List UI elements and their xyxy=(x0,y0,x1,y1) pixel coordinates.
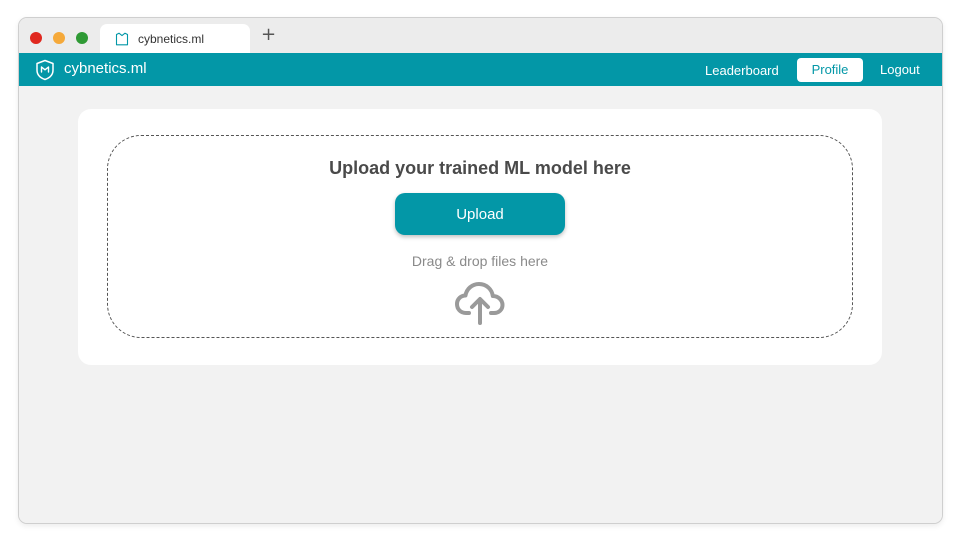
upload-card: Upload your trained ML model here Upload… xyxy=(78,109,882,365)
upload-button[interactable]: Upload xyxy=(395,193,565,235)
browser-tab[interactable]: cybnetics.ml xyxy=(100,24,250,53)
browser-titlebar: cybnetics.ml + xyxy=(19,18,942,53)
nav-leaderboard-link[interactable]: Leaderboard xyxy=(705,63,779,78)
window-minimize-button[interactable] xyxy=(53,32,65,44)
drag-drop-hint: Drag & drop files here xyxy=(411,253,549,269)
main-content: Upload your trained ML model here Upload… xyxy=(19,86,942,523)
upload-heading: Upload your trained ML model here xyxy=(329,158,631,178)
shield-icon xyxy=(115,32,129,46)
browser-window: cybnetics.ml + cybnetics.ml Leaderboard … xyxy=(18,17,943,524)
cloud-upload-icon xyxy=(455,282,505,325)
window-maximize-button[interactable] xyxy=(76,32,88,44)
brand-name[interactable]: cybnetics.ml xyxy=(64,60,147,77)
tab-title: cybnetics.ml xyxy=(138,32,205,46)
nav-logout-link[interactable]: Logout xyxy=(880,62,920,77)
shield-icon xyxy=(36,59,54,81)
file-dropzone[interactable]: Upload your trained ML model here Upload… xyxy=(107,135,853,338)
new-tab-button[interactable]: + xyxy=(261,26,276,44)
app-navbar: cybnetics.ml Leaderboard Profile Logout xyxy=(19,53,942,86)
nav-profile-button[interactable]: Profile xyxy=(797,58,863,82)
window-close-button[interactable] xyxy=(30,32,42,44)
